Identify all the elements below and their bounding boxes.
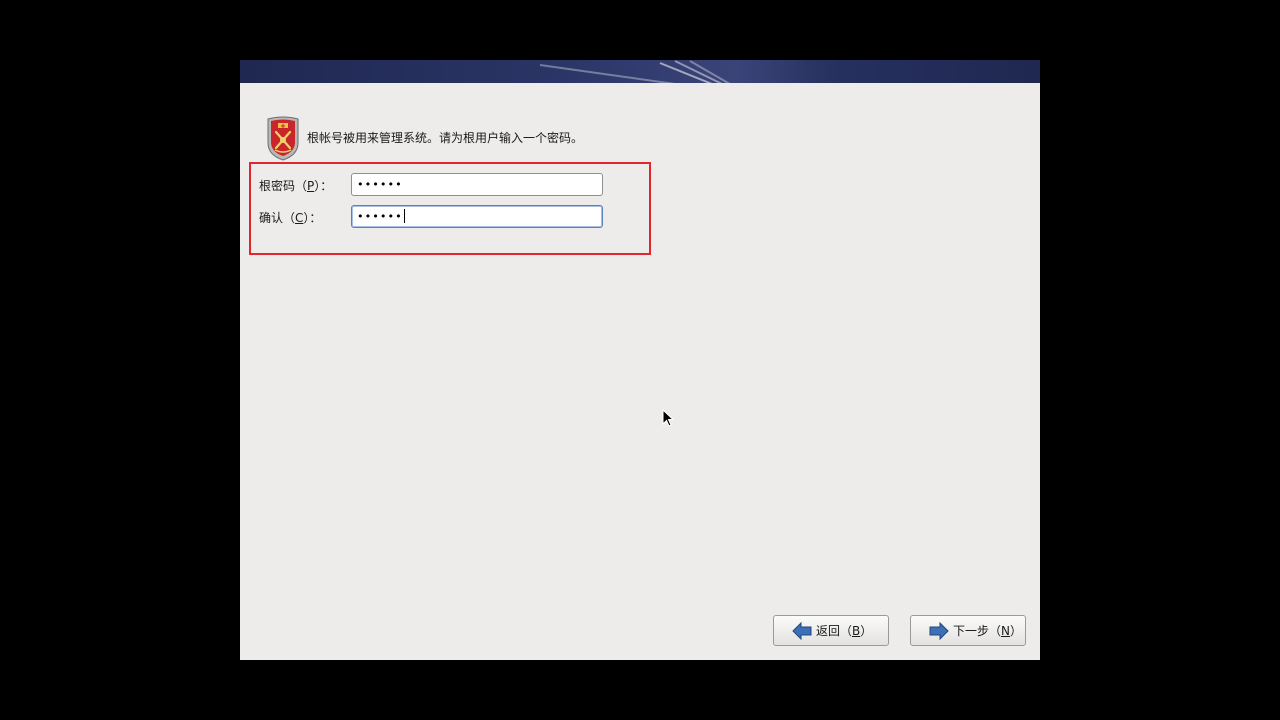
back-button-label: 返回（B） (816, 624, 873, 638)
top-banner (240, 60, 1040, 83)
root-password-header: 根帐号被用来管理系统。请为根用户输入一个密码。 (265, 115, 865, 161)
confirm-password-input[interactable]: •••••• (351, 205, 603, 228)
header-description: 根帐号被用来管理系统。请为根用户输入一个密码。 (307, 131, 584, 145)
mouse-pointer-icon (662, 409, 674, 427)
text-caret (403, 209, 405, 223)
root-password-label: 根密码（P）： (259, 179, 333, 193)
root-password-input[interactable]: •••••• (351, 173, 603, 196)
next-button[interactable]: 下一步（N） (910, 615, 1026, 646)
next-button-label: 下一步（N） (953, 624, 1023, 638)
installer-window: 根帐号被用来管理系统。请为根用户输入一个密码。 根密码（P）： •••••• 确… (240, 60, 1040, 660)
root-shield-icon (267, 116, 299, 161)
arrow-left-icon (792, 621, 812, 640)
back-button[interactable]: 返回（B） (773, 615, 889, 646)
confirm-password-label: 确认（C）： (259, 211, 322, 225)
arrow-right-icon (929, 621, 949, 640)
